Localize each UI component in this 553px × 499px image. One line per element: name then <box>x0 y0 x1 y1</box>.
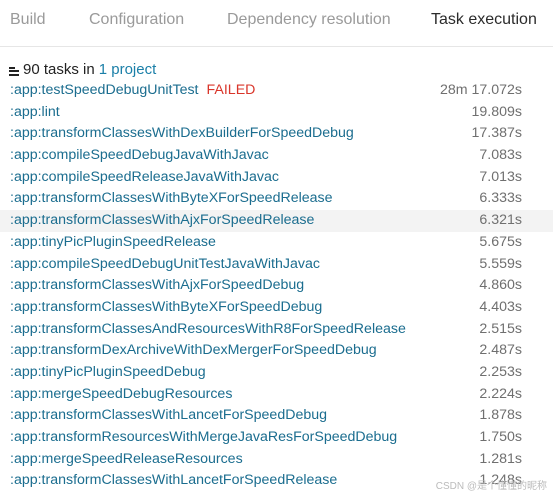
task-duration: 17.387s <box>471 125 523 142</box>
task-name: :app:mergeSpeedReleaseResources <box>10 450 243 467</box>
task-duration: 4.860s <box>479 277 522 294</box>
task-name-link[interactable]: :app:compileSpeedDebugJavaWithJavac <box>10 147 269 163</box>
task-name: :app:transformClassesWithLancetForSpeedD… <box>10 407 328 424</box>
task-name: :app:transformClassesWithLancetForSpeedR… <box>10 472 338 489</box>
task-name: :app:tinyPicPluginSpeedDebug <box>10 363 206 380</box>
task-duration: 6.333s <box>479 190 522 207</box>
task-name-link[interactable]: :app:transformClassesWithLancetForSpeedD… <box>10 407 327 423</box>
task-name: :app:transformClassesWithDexBuilderForSp… <box>10 125 354 142</box>
tab-task-execution[interactable]: Task execution <box>431 11 537 29</box>
task-name-link[interactable]: :app:transformClassesWithByteXForSpeedDe… <box>10 299 322 315</box>
task-duration: 6.321s <box>479 212 522 229</box>
task-name: :app:transformResourcesWithMergeJavaResF… <box>10 429 398 445</box>
task-row[interactable]: :app:mergeSpeedDebugResources 2.224s <box>0 384 553 406</box>
task-duration: 7.083s <box>479 147 522 164</box>
task-name-link[interactable]: :app:tinyPicPluginSpeedRelease <box>10 234 216 250</box>
task-name: :app:transformClassesWithAjxForSpeedDebu… <box>10 277 305 294</box>
task-name-link[interactable]: :app:mergeSpeedReleaseResources <box>10 451 243 467</box>
task-name-link[interactable]: :app:transformDexArchiveWithDexMergerFor… <box>10 342 377 358</box>
task-row[interactable]: :app:compileSpeedReleaseJavaWithJavac 7.0… <box>0 167 553 189</box>
task-row[interactable]: :app:compileSpeedDebugUnitTestJavaWithJa… <box>0 254 553 276</box>
task-row[interactable]: :app:mergeSpeedReleaseResources 1.281s <box>0 449 553 471</box>
task-name-link[interactable]: :app:transformClassesWithDexBuilderForSp… <box>10 125 354 141</box>
task-row[interactable]: :app:transformClassesWithAjxForSpeedDebu… <box>0 275 553 297</box>
project-link[interactable]: 1 project <box>99 61 157 78</box>
task-list: :app:testSpeedDebugUnitTest FAILED 28m 17.… <box>0 80 553 492</box>
tab-configuration[interactable]: Configuration <box>89 11 184 29</box>
task-row[interactable]: :app:transformClassesAndResourcesWithR8F… <box>0 319 553 341</box>
task-duration: 2.515s <box>479 320 522 337</box>
task-name: :app:tinyPicPluginSpeedRelease <box>10 233 216 250</box>
task-duration: 1.281s <box>479 450 522 467</box>
task-duration: 4.403s <box>479 298 522 315</box>
task-row[interactable]: :app:tinyPicPluginSpeedRelease 5.675s <box>0 232 553 254</box>
task-duration: 2.487s <box>479 342 522 359</box>
task-row[interactable]: :app:transformClassesWithLancetForSpeedD… <box>0 405 553 427</box>
task-row[interactable]: :app:transformResourcesWithMergeJavaResF… <box>0 427 553 449</box>
task-name-link[interactable]: :app:compileSpeedDebugUnitTestJavaWithJa… <box>10 256 320 272</box>
task-duration: 5.675s <box>479 233 522 250</box>
task-name: :app:compileSpeedDebugJavaWithJavac <box>10 147 269 164</box>
task-duration: 1.878s <box>479 407 522 424</box>
task-name-link[interactable]: :app:compileSpeedReleaseJavaWithJavac <box>10 169 279 185</box>
watermark: CSDN @是个懂懂的昵称 <box>435 481 547 492</box>
task-duration: 2.224s <box>479 385 522 402</box>
task-duration: 28m 17.072s <box>439 82 522 98</box>
task-name-link[interactable]: :app:transformClassesWithLancetForSpeedR… <box>10 472 337 488</box>
task-row[interactable]: :app:lint 19.809s <box>0 102 553 124</box>
task-name: :app:transformClassesWithByteXForSpeedDe… <box>10 298 323 315</box>
task-name-link[interactable]: :app:lint <box>10 104 60 120</box>
task-name-link[interactable]: :app:transformClassesWithAjxForSpeedRele… <box>10 212 314 228</box>
task-name: :app:transformClassesAndResourcesWithR8F… <box>10 320 406 337</box>
task-name: :app:compileSpeedReleaseJavaWithJavac <box>10 168 279 185</box>
tab-bar: Build Configuration Dependency resolutio… <box>0 0 553 47</box>
task-name: :app:transformClassesWithByteXForSpeedRe… <box>10 190 333 207</box>
task-name: :app:transformDexArchiveWithDexMergerFor… <box>10 342 377 359</box>
task-row[interactable]: :app:transformClassesWithAjxForSpeedRele… <box>0 210 553 232</box>
task-row[interactable]: :app:transformDexArchiveWithDexMergerFor… <box>0 340 553 362</box>
task-summary: 90 tasks in 1 project <box>9 60 156 78</box>
task-row[interactable]: :app:tinyPicPluginSpeedDebug 2.253s <box>0 362 553 384</box>
list-icon <box>9 66 19 76</box>
task-duration: 19.809s <box>471 103 523 120</box>
task-row[interactable]: :app:transformClassesWithByteXForSpeedRe… <box>0 188 553 210</box>
task-name-link[interactable]: :app:transformClassesAndResourcesWithR8F… <box>10 321 406 337</box>
task-name-link[interactable]: :app:mergeSpeedDebugResources <box>10 386 232 402</box>
task-duration: 7.013s <box>479 168 522 185</box>
task-duration: 5.559s <box>479 255 522 272</box>
task-count: 90 tasks in <box>23 60 95 78</box>
task-row[interactable]: :app:transformClassesWithByteXForSpeedDe… <box>0 297 553 319</box>
task-name-link[interactable]: :app:transformResourcesWithMergeJavaResF… <box>10 429 397 445</box>
task-name-link[interactable]: :app:transformClassesWithByteXForSpeedRe… <box>10 190 333 206</box>
task-name-link[interactable]: :app:transformClassesWithAjxForSpeedDebu… <box>10 277 304 293</box>
task-name: :app:compileSpeedDebugUnitTestJavaWithJa… <box>10 255 320 272</box>
task-row[interactable]: :app:compileSpeedDebugJavaWithJavac 7.083… <box>0 145 553 167</box>
tab-dependency-resolution[interactable]: Dependency resolution <box>227 11 391 29</box>
tab-build[interactable]: Build <box>10 11 46 29</box>
task-name: :app:lint <box>10 103 60 120</box>
task-name: :app:mergeSpeedDebugResources <box>10 385 233 402</box>
task-row[interactable]: :app:testSpeedDebugUnitTest FAILED 28m 17.… <box>0 80 553 102</box>
status-badge: FAILED <box>206 82 256 98</box>
task-name-link[interactable]: :app:tinyPicPluginSpeedDebug <box>10 364 206 380</box>
task-duration: 1.750s <box>479 429 522 445</box>
task-name: :app:transformClassesWithAjxForSpeedRele… <box>10 212 315 229</box>
task-duration: 2.253s <box>479 363 522 380</box>
task-name-link[interactable]: :app:testSpeedDebugUnitTest FAILED <box>10 82 255 98</box>
task-row[interactable]: :app:transformClassesWithDexBuilderForSp… <box>0 123 553 145</box>
task-name: :app:testSpeedDebugUnitTest <box>10 82 199 98</box>
